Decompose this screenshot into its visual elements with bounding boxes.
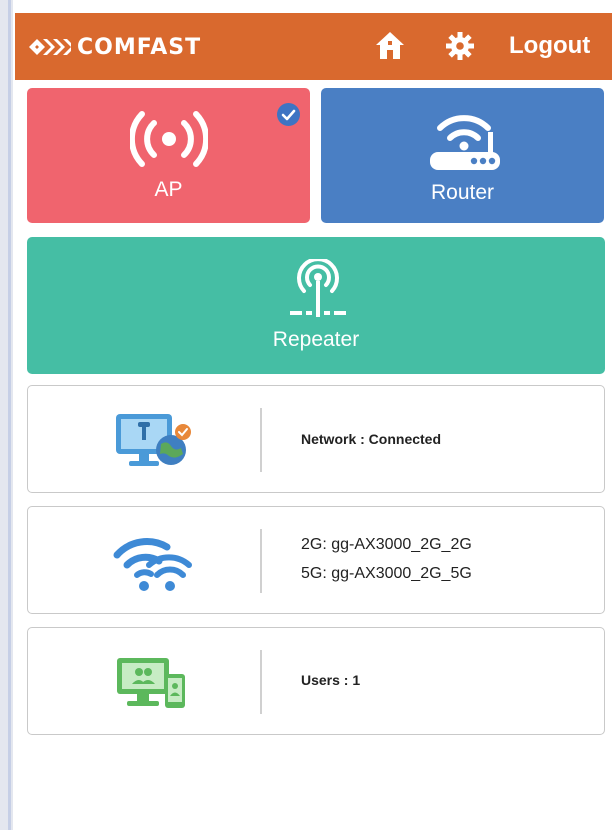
selected-check-icon [277, 103, 300, 126]
card-divider [260, 650, 262, 714]
users-count-text: Users : 1 [301, 672, 361, 688]
mode-label-ap: AP [154, 178, 183, 201]
wifi-status-card[interactable]: 2G: gg-AX3000_2G_2G 5G: gg-AX3000_2G_5G [27, 506, 605, 614]
brand-name: COMFAST [77, 34, 202, 60]
left-rail-line [8, 0, 11, 830]
mode-tile-repeater[interactable]: Repeater [27, 237, 605, 374]
mode-label-router: Router [430, 181, 495, 204]
users-devices-icon [117, 658, 185, 708]
logout-button[interactable]: Logout [509, 29, 590, 63]
comfast-logo-icon [29, 39, 71, 55]
broadcast-icon [130, 111, 208, 167]
antenna-icon [290, 259, 346, 317]
mode-tile-router[interactable]: Router [321, 88, 604, 223]
wifi-ssid-2g: 2G: gg-AX3000_2G_2G [301, 536, 472, 553]
mode-tile-ap[interactable]: AP [27, 88, 310, 223]
card-divider [260, 408, 262, 472]
network-status-card[interactable]: Network : Connected [27, 385, 605, 493]
card-divider [260, 529, 262, 593]
brand-logo: COMFAST [27, 33, 201, 61]
mode-label-repeater: Repeater [272, 328, 360, 351]
gear-icon[interactable] [445, 31, 475, 61]
header-bar: COMFAST Logout [15, 13, 612, 80]
network-status-text: Network : Connected [301, 431, 442, 447]
wifi-ssid-5g: 5G: gg-AX3000_2G_5G [301, 565, 472, 582]
home-icon[interactable] [373, 29, 407, 63]
left-rail [0, 0, 13, 830]
network-globe-icon [116, 414, 191, 466]
users-status-card[interactable]: Users : 1 [27, 627, 605, 735]
wifi-icon [113, 538, 192, 591]
router-icon [430, 115, 500, 170]
